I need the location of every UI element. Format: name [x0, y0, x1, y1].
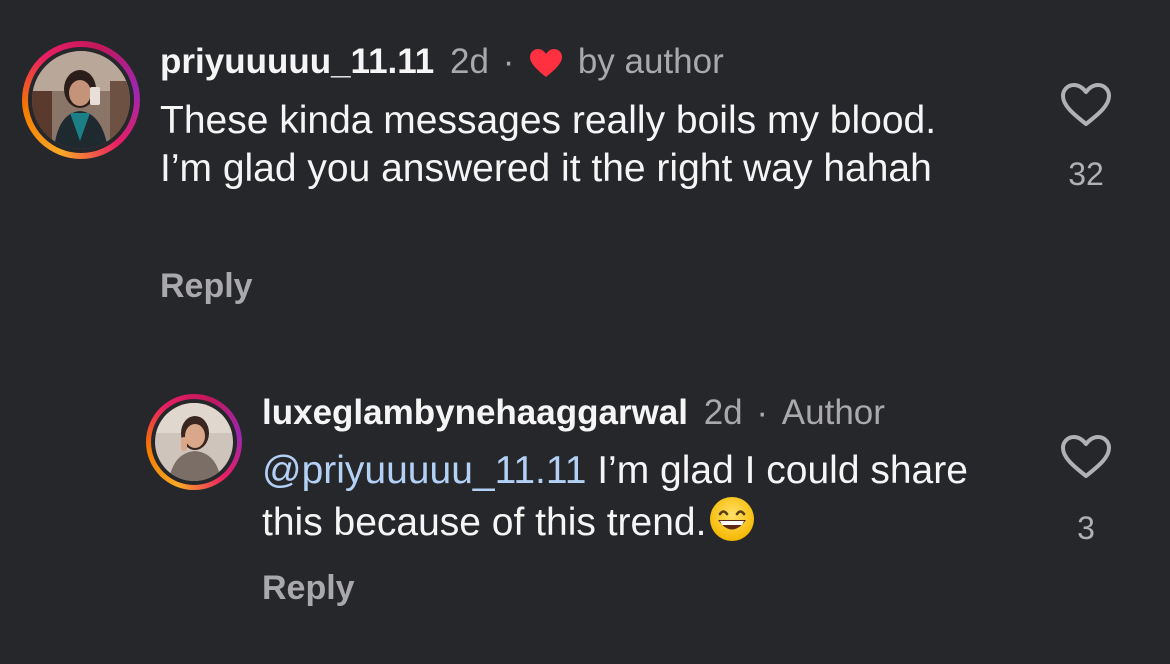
grinning-face-emoji-icon — [708, 495, 756, 543]
timestamp: 2d — [703, 393, 743, 432]
comment-meta: luxeglambynehaaggarwal 2d · Author — [262, 393, 885, 433]
username[interactable]: luxeglambynehaaggarwal — [262, 393, 688, 432]
comment-2: luxeglambynehaaggarwal 2d · Author @priy… — [0, 0, 1170, 664]
heart-outline-icon[interactable] — [1060, 434, 1112, 480]
avatar[interactable] — [155, 403, 233, 481]
mention-link[interactable]: @priyuuuuu_11.11 — [262, 449, 586, 492]
comment-text: @priyuuuuu_11.11 I’m glad I could share … — [262, 447, 982, 547]
like-count: 3 — [1077, 510, 1095, 546]
reply-button[interactable]: Reply — [262, 568, 355, 608]
separator-dot: · — [756, 393, 769, 432]
author-label: Author — [781, 393, 885, 432]
profile-photo-icon — [155, 403, 233, 481]
